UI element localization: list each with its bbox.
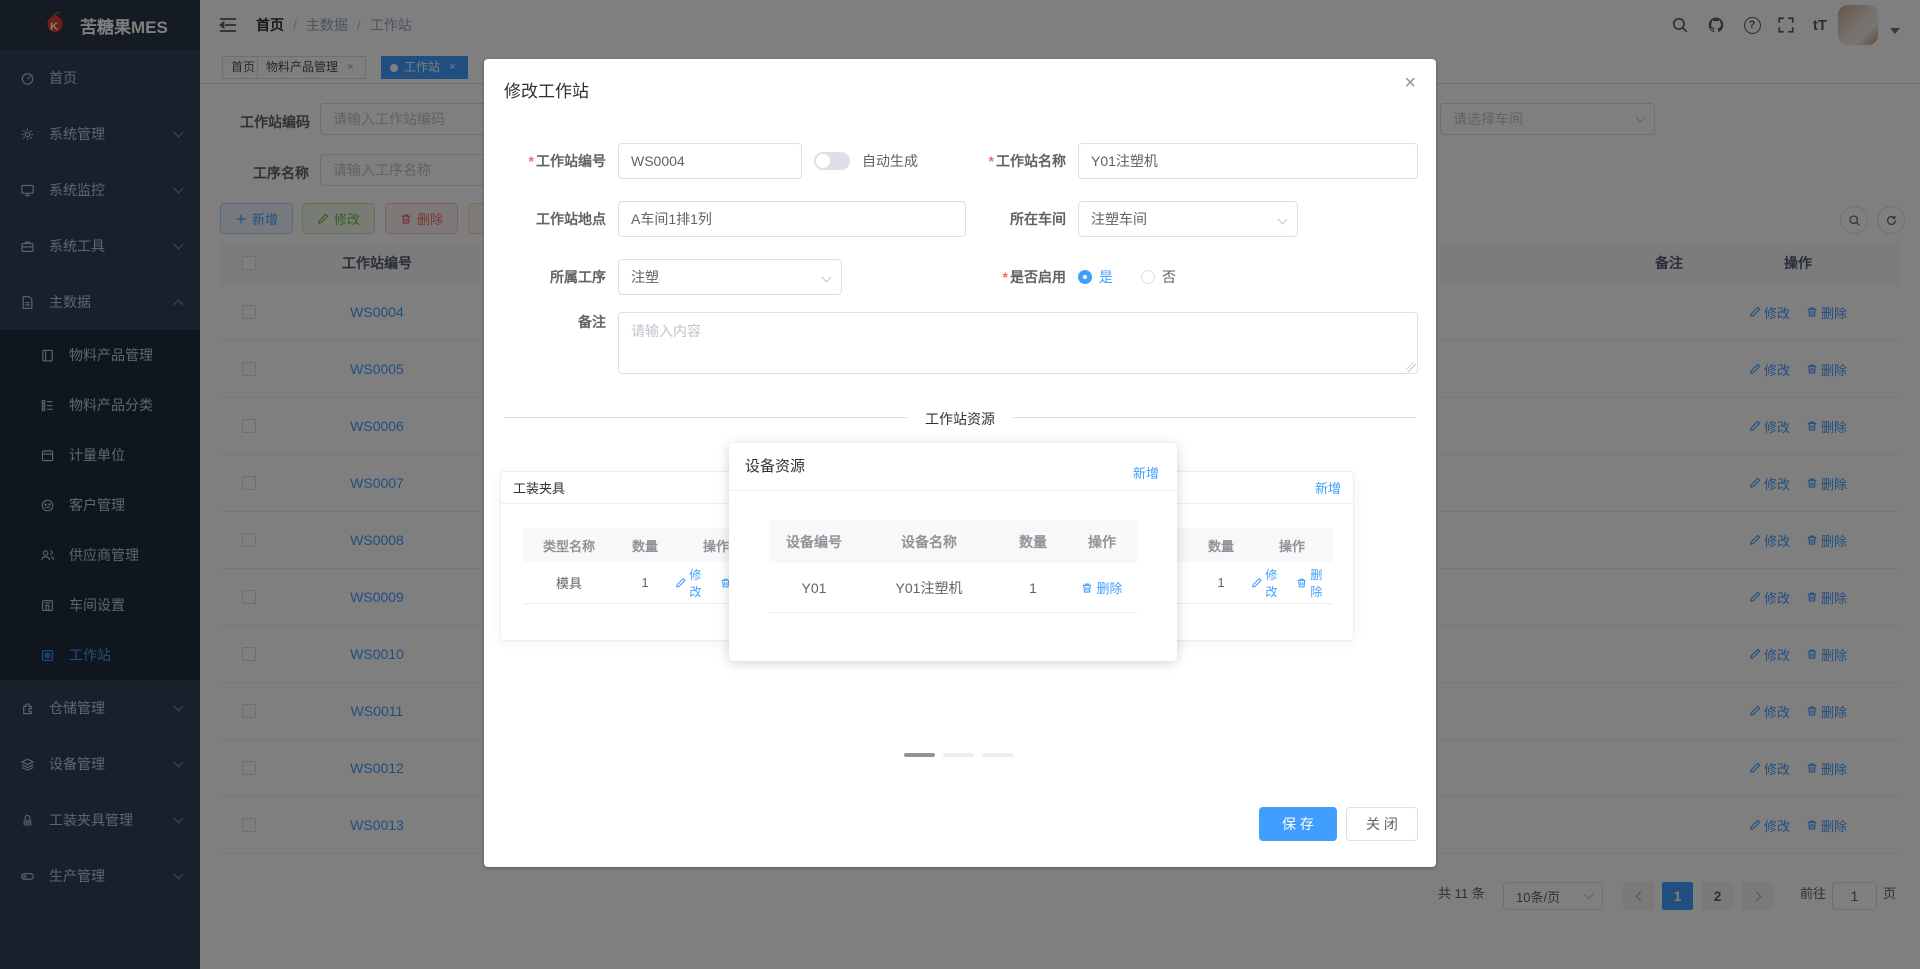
enabled-yes-radio[interactable]: 是 [1078,267,1113,287]
dialog-title: 修改工作站 [504,82,589,101]
equipment-resource-popup: 设备资源 新增 设备编号 设备名称 数量 操作 Y01 Y01注塑机 1 删除 [729,443,1177,661]
code-label: * 工作站编号 [528,153,606,169]
equipment-delete-button[interactable]: 删除 [1081,578,1123,597]
divider [729,490,1177,491]
process-select[interactable]: 注塑 [618,259,842,295]
process-label: 所属工序 [550,269,606,285]
popup-title: 设备资源 [745,458,806,475]
workshop-select[interactable]: 注塑车间 [1078,201,1298,237]
carousel-dot-1[interactable] [904,753,935,757]
remark-textarea[interactable] [618,312,1418,374]
remark-label: 备注 [578,314,606,330]
enabled-label: * 是否启用 [1002,269,1066,285]
equipment-table-header: 设备编号 设备名称 数量 操作 [769,520,1137,563]
edit-workstation-dialog: 修改工作站 × *工作站编号 自动生成 *工作站名称 工作站地点 所在车间 注塑… [484,59,1436,867]
resize-grip[interactable] [1406,362,1416,372]
carousel-dot-3[interactable] [982,753,1013,757]
chevron-down-icon [821,272,832,283]
location-label: 工作站地点 [536,211,606,227]
dialog-close-button[interactable]: 关 闭 [1346,807,1418,841]
auto-generate-label: 自动生成 [862,153,918,169]
fixture-table-header: 类型名称 数量 操作 [523,528,757,562]
auto-generate-toggle[interactable] [814,152,850,170]
fixture-edit-button[interactable]: 修改 [675,566,712,600]
workshop-label: 所在车间 [1010,211,1066,227]
resource-section-title: 工作站资源 [484,409,1436,429]
equipment-table-row: Y01 Y01注塑机 1 删除 [769,563,1137,613]
name-label: * 工作站名称 [988,153,1066,169]
save-button[interactable]: 保 存 [1259,807,1337,841]
labor-delete-button[interactable]: 删除 [1296,566,1333,600]
labor-edit-button[interactable]: 修改 [1251,566,1288,600]
fixture-card-title: 工装夹具 [513,481,566,496]
code-input[interactable] [618,143,802,179]
equipment-add-button[interactable]: 新增 [1133,463,1159,482]
close-icon[interactable]: × [1404,73,1416,93]
name-input[interactable] [1078,143,1418,179]
enabled-no-radio[interactable]: 否 [1141,267,1176,287]
chevron-down-icon [1277,214,1288,225]
carousel-dot-2[interactable] [943,753,974,757]
fixture-table-row: 模具 1 修改 删除 [523,562,757,604]
labor-add-button[interactable]: 新增 [1315,478,1341,497]
